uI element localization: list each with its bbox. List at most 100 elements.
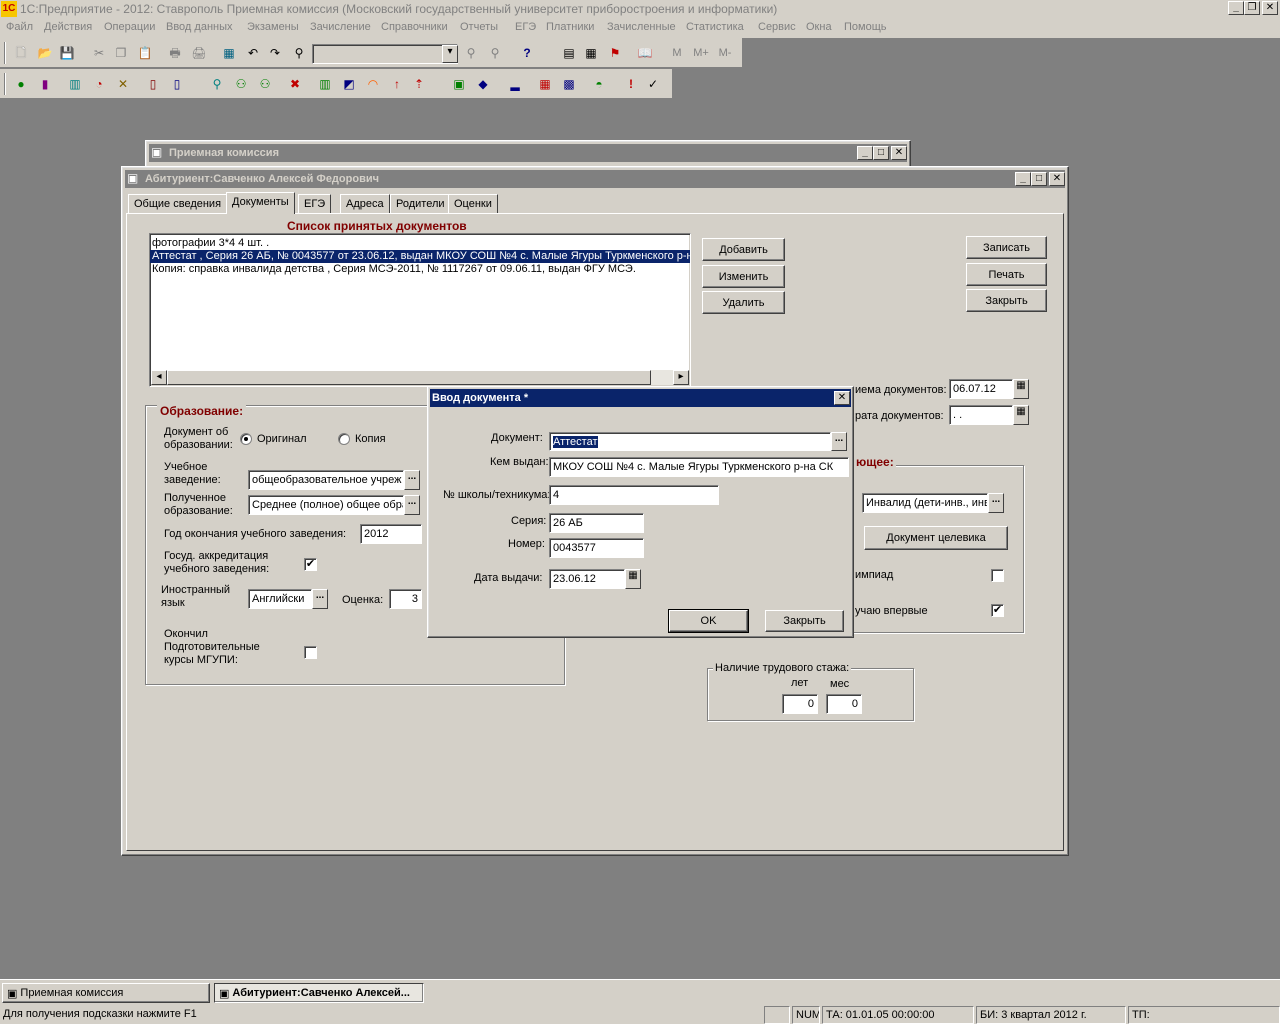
group-move-icon[interactable]: ⚇ [256, 75, 274, 93]
menu-service[interactable]: Сервис [758, 21, 796, 33]
date-accept-field[interactable]: 06.07.12 [949, 379, 1013, 399]
abit-close-button[interactable]: ✕ [1049, 172, 1065, 186]
menu-statistics[interactable]: Статистика [686, 21, 744, 33]
dlg-number-field[interactable]: 0043577 [549, 538, 644, 558]
find-binoculars-icon[interactable]: ⚲ [290, 44, 308, 62]
dlg-school-no-field[interactable]: 4 [549, 485, 719, 505]
rainbow-icon[interactable]: ◠ [364, 75, 382, 93]
group-icon[interactable]: ⚇ [232, 75, 250, 93]
tab-ege[interactable]: ЕГЭ [298, 194, 332, 214]
tab-parents[interactable]: Родители [390, 194, 451, 214]
dlg-issued-field[interactable]: МКОУ СОШ №4 с. Малые Ягуры Туркменского … [549, 457, 849, 477]
menu-operations[interactable]: Операции [104, 21, 155, 33]
cut-icon[interactable]: ✂ [90, 44, 108, 62]
gauge-icon[interactable]: ◓ [590, 75, 608, 93]
print-button[interactable]: Печать [966, 263, 1047, 286]
books-icon[interactable]: ▥ [66, 75, 84, 93]
notebook-icon[interactable]: ◆ [474, 75, 492, 93]
menu-paid[interactable]: Платники [546, 21, 594, 33]
date-return-field[interactable]: . . [949, 405, 1013, 425]
find-next-icon[interactable]: ⚲ [462, 44, 480, 62]
list-item[interactable]: фотографии 3*4 4 шт. . [150, 237, 690, 250]
calendar-icon[interactable]: ▦ [1013, 405, 1029, 425]
search-person-icon[interactable]: ⚲ [208, 75, 226, 93]
redo-icon[interactable]: ↷ [266, 44, 284, 62]
search-combo-dropdown-icon[interactable]: ▾ [442, 45, 458, 63]
menu-reports[interactable]: Отчеты [460, 21, 498, 33]
calendar-icon[interactable]: ▦ [1013, 379, 1029, 399]
menu-file[interactable]: Файл [6, 21, 33, 33]
list-item[interactable]: Копия: справка инвалида детства , Серия … [150, 263, 690, 276]
original-radio[interactable] [240, 433, 252, 445]
copy-radio[interactable] [338, 433, 350, 445]
tab-general[interactable]: Общие сведения [128, 194, 228, 214]
table-icon[interactable]: ▦ [536, 75, 554, 93]
dialog-close-button[interactable]: ✕ [834, 391, 850, 405]
delete-person-icon[interactable]: ✖ [286, 75, 304, 93]
received-select-button[interactable]: ... [404, 495, 420, 515]
memory-mminus-button[interactable]: M- [714, 44, 736, 62]
olymp-checkbox[interactable] [991, 569, 1004, 582]
grad-year-field[interactable]: 2012 [360, 524, 422, 544]
copy-icon[interactable]: ❐ [112, 44, 130, 62]
globe-icon[interactable]: ● [12, 75, 30, 93]
calculator-icon[interactable]: ▤ [560, 44, 578, 62]
target-doc-button[interactable]: Документ целевика [864, 526, 1008, 550]
accred-checkbox[interactable]: ✔ [304, 558, 317, 571]
first-time-checkbox[interactable]: ✔ [991, 604, 1004, 617]
print-icon[interactable]: 🖶 [166, 44, 184, 62]
tools-icon[interactable]: ✕ [114, 75, 132, 93]
photo-icon[interactable]: ◩ [340, 75, 358, 93]
new-document-icon[interactable]: 🗋 [12, 44, 30, 62]
menu-help[interactable]: Помощь [844, 21, 887, 33]
priem-minimize-button[interactable]: _ [857, 146, 873, 160]
app-close-button[interactable]: ✕ [1262, 1, 1278, 15]
register-icon[interactable]: ▯ [144, 75, 162, 93]
task-priem[interactable]: ▣ Приемная комиссия [2, 983, 210, 1003]
lang-select-button[interactable]: ... [312, 589, 328, 609]
school-field[interactable]: общеобразовательное учреж [248, 470, 404, 490]
calendar-icon[interactable]: ▦ [625, 569, 641, 589]
memory-mplus-button[interactable]: M+ [690, 44, 712, 62]
dialog-close-btn[interactable]: Закрыть [765, 610, 844, 632]
docs-list[interactable]: фотографии 3*4 4 шт. . Аттестат , Серия … [149, 233, 691, 387]
tab-grades[interactable]: Оценки [448, 194, 498, 214]
dlg-series-field[interactable]: 26 АБ [549, 513, 644, 533]
dialog-ok-button[interactable]: OK [668, 609, 749, 633]
checkmark-icon[interactable]: ✓ [644, 75, 662, 93]
menu-ege[interactable]: ЕГЭ [515, 21, 536, 33]
find-prev-icon[interactable]: ⚲ [486, 44, 504, 62]
menu-enrollment[interactable]: Зачисление [310, 21, 371, 33]
save-disk-icon[interactable]: 💾 [58, 44, 76, 62]
years-field[interactable]: 0 [782, 694, 818, 714]
benefit-field[interactable]: Инвалид (дети-инв., инв [862, 493, 988, 513]
grade-field[interactable]: 3 [389, 589, 422, 609]
abit-maximize-button[interactable]: □ [1031, 172, 1047, 186]
undo-icon[interactable]: ↶ [244, 44, 262, 62]
school-select-button[interactable]: ... [404, 470, 420, 490]
arrow-person-icon[interactable]: ↑ [388, 75, 406, 93]
dlg-doc-select-button[interactable]: ... [831, 432, 847, 451]
tab-addresses[interactable]: Адреса [340, 194, 390, 214]
app-restore-button[interactable]: ❐ [1244, 1, 1260, 15]
scroll-right-icon[interactable]: ▸ [673, 370, 689, 385]
journal-icon[interactable]: ▯ [168, 75, 186, 93]
print-preview-icon[interactable]: 🖨 [190, 44, 208, 62]
people-icon[interactable]: ▮ [36, 75, 54, 93]
docs-list-hscrollbar[interactable]: ◂ ▸ [151, 370, 689, 385]
priem-close-button[interactable]: ✕ [891, 146, 907, 160]
search-combo[interactable] [312, 44, 458, 64]
scroll-left-icon[interactable]: ◂ [151, 370, 167, 385]
scroll-thumb[interactable] [167, 370, 651, 385]
exclamation-icon[interactable]: ! [622, 75, 640, 93]
menu-exams[interactable]: Экзамены [247, 21, 299, 33]
paste-icon[interactable]: 📋 [136, 44, 154, 62]
tab-documents[interactable]: Документы [226, 192, 295, 214]
calendar-help-icon[interactable]: ▦ [220, 44, 238, 62]
book-icon[interactable]: 📖 [636, 44, 654, 62]
close-button[interactable]: Закрыть [966, 289, 1047, 312]
abit-minimize-button[interactable]: _ [1015, 172, 1031, 186]
dlg-date-field[interactable]: 23.06.12 [549, 569, 625, 589]
edit-document-button[interactable]: Изменить [702, 265, 785, 288]
bar-chart-icon[interactable]: ▂ [506, 75, 524, 93]
